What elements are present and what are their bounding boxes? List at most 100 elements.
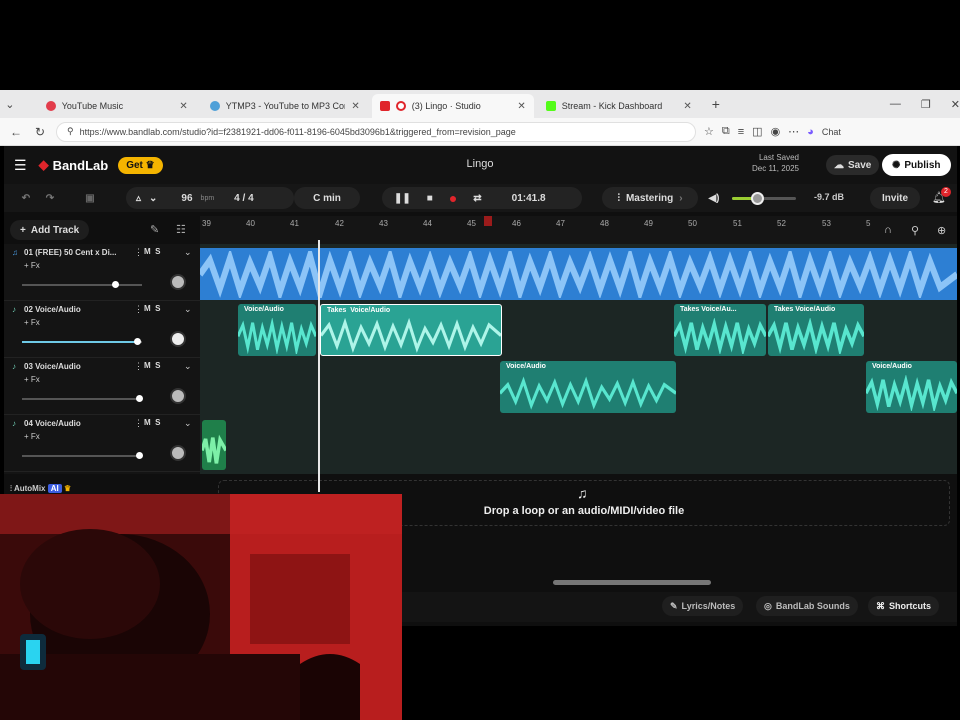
mute-button[interactable]: M [144, 304, 151, 313]
tab-list-icon[interactable]: ⌄ [0, 98, 20, 111]
project-title[interactable]: Lingo [434, 158, 526, 170]
track-name[interactable]: 04 Voice/Audio [24, 419, 81, 428]
chevron-down-icon[interactable]: ⌄ [184, 304, 192, 315]
close-icon[interactable]: ✕ [179, 101, 187, 112]
audio-clip[interactable]: Voice/Audio [238, 304, 316, 356]
chevron-down-icon[interactable]: ⌄ [184, 247, 192, 258]
pencil-icon[interactable]: ✎ [150, 223, 159, 236]
favorites-icon[interactable]: ≡ [738, 126, 744, 138]
slider-thumb[interactable] [134, 338, 141, 345]
magnet-icon[interactable]: ∩ [884, 224, 892, 236]
zoom-in-icon[interactable]: ⊕ [937, 224, 946, 237]
audio-clip[interactable] [202, 420, 226, 470]
speaker-icon[interactable]: ◀) [704, 187, 724, 209]
restore-icon[interactable]: ❐ [921, 98, 931, 111]
reload-icon[interactable]: ↻ [32, 125, 48, 139]
audio-clip[interactable]: Takes Voice/Au... [674, 304, 766, 356]
track-menu-icon[interactable]: ⋮ [134, 304, 143, 315]
lane-04[interactable] [200, 416, 957, 473]
audio-clip[interactable]: Voice/Audio [500, 361, 676, 413]
add-fx-button[interactable]: + Fx [24, 318, 40, 327]
track-name[interactable]: 03 Voice/Audio [24, 362, 81, 371]
track-menu-icon[interactable]: ⋮ [134, 361, 143, 372]
grid-icon[interactable]: ▣ [78, 187, 102, 209]
audio-clip[interactable]: Takes Voice/Audio [768, 304, 864, 356]
lane-03[interactable]: Voice/Audio Voice/Audio [200, 359, 957, 416]
pan-knob[interactable] [170, 388, 186, 404]
mute-button[interactable]: M [144, 361, 151, 370]
back-icon[interactable]: ← [8, 125, 24, 139]
browser-tab-youtube-music[interactable]: YouTube Music ✕ [38, 94, 196, 118]
add-fx-button[interactable]: + Fx [24, 375, 40, 384]
track-volume-slider[interactable] [22, 395, 143, 402]
master-volume-thumb[interactable] [751, 192, 764, 205]
shortcuts-button[interactable]: ⌘ Shortcuts [868, 596, 940, 616]
solo-button[interactable]: S [155, 247, 160, 256]
redo-button[interactable]: ↷ [40, 187, 60, 209]
pan-knob[interactable] [170, 274, 186, 290]
new-tab-icon[interactable]: + [712, 96, 720, 112]
filter-icon[interactable]: ☷ [176, 223, 186, 236]
chat-label[interactable]: Chat [822, 127, 841, 137]
playhead[interactable] [318, 240, 320, 492]
zoom-out-icon[interactable]: ⚲ [911, 224, 919, 237]
tempo-control[interactable]: ▵ ⌄ 96 bpm 4 / 4 [126, 187, 294, 209]
loop-marker[interactable] [484, 216, 492, 226]
automix-row[interactable]: ⫶ AutoMix AI ♛ [10, 484, 71, 494]
chevron-down-icon[interactable]: ⌄ [149, 193, 157, 204]
star-icon[interactable]: ☆ [704, 125, 714, 138]
track-name[interactable]: 01 (FREE) 50 Cent x Di... [24, 248, 116, 257]
stop-icon[interactable]: ■ [427, 193, 433, 204]
close-window-icon[interactable]: ✕ [951, 98, 960, 111]
master-volume-slider[interactable] [732, 192, 796, 205]
extensions-icon[interactable]: ⧉ [722, 125, 730, 138]
copilot-icon[interactable]: ◕ [807, 126, 814, 138]
close-icon[interactable]: ✕ [683, 101, 691, 112]
lane-01[interactable] [200, 248, 957, 300]
browser-tab-kick[interactable]: Stream - Kick Dashboard ✕ [538, 94, 700, 118]
close-icon[interactable]: ✕ [351, 101, 359, 112]
collections-icon[interactable]: ◫ [752, 125, 762, 138]
lyrics-notes-button[interactable]: ✎ Lyrics/Notes [662, 596, 744, 616]
track-volume-slider[interactable] [22, 452, 143, 459]
chevron-down-icon[interactable]: ⌄ [184, 361, 192, 372]
time-signature[interactable]: 4 / 4 [234, 193, 253, 204]
solo-button[interactable]: S [155, 418, 160, 427]
publish-button[interactable]: ✺ Publish [882, 154, 951, 176]
bandlab-logo[interactable]: ◆ BandLab [39, 157, 109, 173]
track-menu-icon[interactable]: ⋮ [134, 418, 143, 429]
profile-icon[interactable]: ◉ [771, 125, 781, 138]
track-header-01[interactable]: ♫ 01 (FREE) 50 Cent x Di... + Fx ⋮ M S ⌄ [4, 244, 200, 301]
bandlab-sounds-button[interactable]: ◎ BandLab Sounds [756, 596, 858, 616]
pan-knob[interactable] [170, 445, 186, 461]
mute-button[interactable]: M [144, 418, 151, 427]
key-selector[interactable]: C min [294, 187, 360, 209]
browser-tab-ytmp3[interactable]: YTMP3 - YouTube to MP3 Convert ✕ [202, 94, 368, 118]
browser-tab-lingo[interactable]: (3) Lingo · Studio ✕ [371, 94, 534, 118]
track-menu-icon[interactable]: ⋮ [134, 247, 143, 258]
minimize-icon[interactable]: — [890, 98, 901, 110]
bpm-value[interactable]: 96 [181, 193, 192, 204]
track-volume-slider[interactable] [22, 338, 142, 345]
loop-icon[interactable]: ⇄ [473, 193, 481, 204]
track-lanes[interactable]: Voice/Audio Takes Voice/Audio Takes Voic… [200, 244, 957, 474]
track-header-03[interactable]: ♪ 03 Voice/Audio + Fx ⋮ M S ⌄ [4, 358, 200, 415]
timeline-ruler[interactable]: 39 40 41 42 43 44 45 46 47 48 49 50 51 5… [200, 216, 957, 244]
mastering-button[interactable]: ⫶ Mastering › [602, 187, 698, 209]
url-field[interactable]: ⚲ https://www.bandlab.com/studio?id=f238… [56, 121, 696, 142]
undo-button[interactable]: ↶ [16, 187, 36, 209]
chevron-down-icon[interactable]: ⌄ [184, 418, 192, 429]
solo-button[interactable]: S [155, 361, 160, 370]
horizontal-scrollbar[interactable] [553, 580, 711, 585]
pan-knob[interactable] [170, 331, 186, 347]
settings-icon[interactable]: ⋯ [788, 125, 799, 138]
add-track-button[interactable]: + Add Track [10, 220, 90, 240]
slider-thumb[interactable] [112, 281, 119, 288]
mute-button[interactable]: M [144, 247, 151, 256]
metronome-icon[interactable]: ▵ [136, 193, 141, 204]
audio-clip[interactable]: Voice/Audio [866, 361, 957, 413]
solo-button[interactable]: S [155, 304, 160, 313]
track-name[interactable]: 02 Voice/Audio [24, 305, 81, 314]
track-volume-slider[interactable] [22, 281, 142, 288]
menu-icon[interactable]: ☰ [14, 157, 27, 174]
